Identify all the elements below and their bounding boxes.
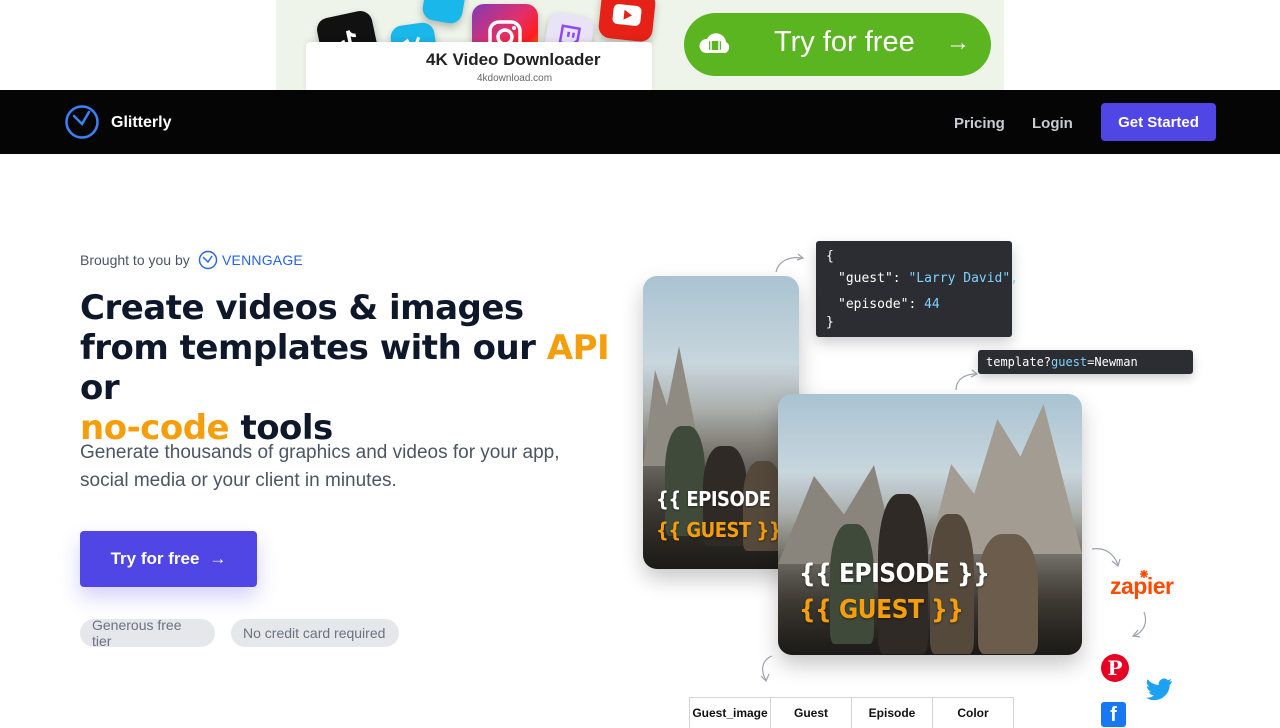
youtube-icon	[597, 0, 657, 43]
code-episode-line: "episode": 44	[838, 297, 940, 312]
zapier-logo: zapier	[1110, 573, 1174, 599]
code-close: }	[826, 315, 834, 330]
venngage-logo-icon	[198, 250, 218, 270]
facebook-icon: f	[1101, 702, 1126, 727]
data-table-header: Guest_image Guest Episode Color	[689, 697, 1014, 728]
url-param: guest	[1051, 355, 1088, 369]
template-preview-small: {{ EPISODE }} {{ GUEST }}	[643, 276, 799, 569]
hero-subtext: Generate thousands of graphics and video…	[80, 442, 560, 491]
download-cloud-icon	[699, 33, 730, 53]
table-header-cell: Guest_image	[690, 698, 771, 728]
arrow-right-icon: →	[209, 549, 227, 568]
episode-placeholder: {{ EPISODE }}	[799, 559, 990, 589]
code-guest-line: "guest": "Larry David",	[838, 271, 1018, 286]
curved-arrow-icon	[775, 253, 805, 273]
table-header-cell: Color	[957, 706, 989, 720]
ad-domain: 4kdownload.com	[477, 73, 553, 84]
headline-accent-api: API	[546, 328, 610, 368]
ad-banner[interactable]: 4K Video Downloader 4kdownload.com Try f…	[276, 0, 1004, 90]
badge-free-tier: Generous free tier	[80, 617, 215, 649]
code-episode-key: "episode":	[838, 297, 917, 312]
nav-login-link[interactable]: Login	[1032, 115, 1073, 132]
try-button-label: Try for free	[110, 549, 200, 568]
curved-arrow-icon	[1091, 548, 1121, 568]
glitterly-logo-icon[interactable]	[64, 104, 100, 140]
ad-try-button[interactable]: Try for free →	[684, 13, 991, 76]
headline-part2: or	[80, 368, 120, 408]
venngage-link[interactable]: VENNGAGE	[222, 252, 303, 268]
badge-no-card: No credit card required	[231, 619, 399, 647]
curved-arrow-icon	[955, 369, 979, 391]
nav-pricing-link[interactable]: Pricing	[954, 115, 1005, 132]
url-value: =Newman	[1087, 355, 1138, 369]
curved-arrow-icon	[1131, 611, 1147, 638]
brand-name[interactable]: Glitterly	[111, 114, 171, 132]
get-started-button[interactable]: Get Started	[1101, 103, 1216, 141]
ad-title: 4K Video Downloader	[426, 50, 601, 69]
code-guest-key: "guest":	[838, 271, 901, 286]
curved-arrow-icon	[760, 655, 773, 683]
guest-placeholder: {{ GUEST }}	[799, 595, 964, 625]
headline-part1: Create videos & images from templates wi…	[80, 288, 536, 368]
url-prefix: template?	[986, 355, 1052, 369]
code-open: {	[826, 249, 834, 264]
top-nav	[0, 90, 1280, 154]
table-header-cell: Guest	[771, 698, 852, 728]
vimeo-icon	[420, 0, 468, 26]
guest-placeholder: {{ GUEST }}	[656, 518, 782, 542]
json-code-block: { "guest": "Larry David", "episode": 44 …	[816, 241, 1018, 337]
pinterest-icon: P	[1101, 654, 1129, 682]
template-preview-large: {{ EPISODE }} {{ GUEST }}	[778, 394, 1082, 655]
code-episode-value: 44	[924, 297, 940, 312]
try-for-free-button[interactable]: Try for free →	[80, 531, 257, 587]
arrow-right-icon: →	[946, 29, 970, 56]
twitter-icon	[1146, 678, 1172, 701]
ad-try-label: Try for free	[774, 26, 915, 58]
hero-headline: Create videos & images from templates wi…	[80, 288, 620, 448]
brought-by-text: Brought to you by	[80, 252, 190, 268]
table-header-cell: Episode	[852, 698, 933, 728]
code-guest-value: "Larry David",	[908, 271, 1019, 286]
template-url-block: template? guest =Newman	[978, 350, 1193, 374]
